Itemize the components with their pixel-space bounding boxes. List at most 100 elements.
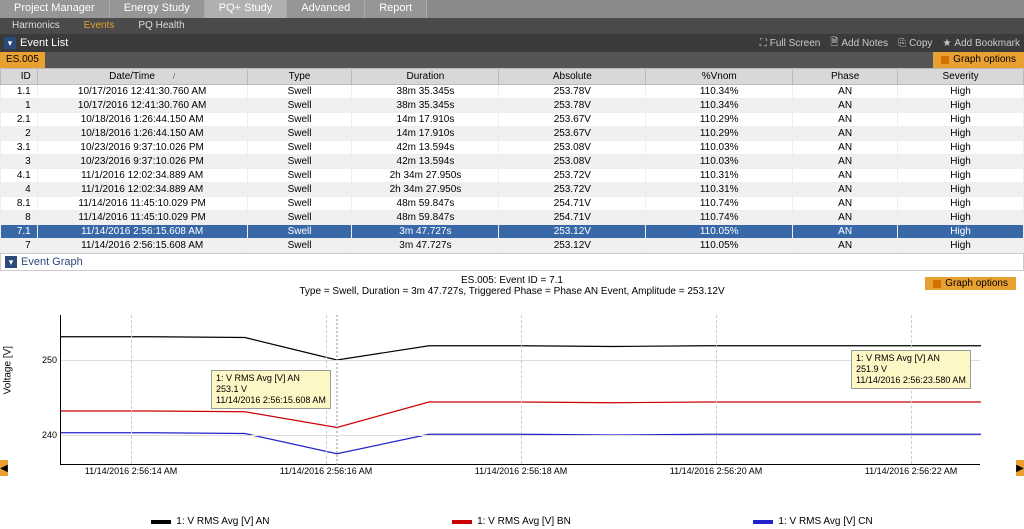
cell: 42m 13.594s — [352, 155, 499, 169]
table-row[interactable]: 711/14/2016 2:56:15.608 AMSwell3m 47.727… — [1, 239, 1024, 253]
table-row[interactable]: 3.110/23/2016 9:37:10.026 PMSwell42m 13.… — [1, 141, 1024, 155]
collapse-event-list-icon[interactable]: ▾ — [4, 37, 16, 49]
cell: 42m 13.594s — [352, 141, 499, 155]
cell: 7.1 — [1, 225, 38, 239]
tooltip-1: 1: V RMS Avg [V] AN 253.1 V 11/14/2016 2… — [211, 370, 331, 409]
table-row[interactable]: 4.111/1/2016 12:02:34.889 AMSwell2h 34m … — [1, 169, 1024, 183]
cell: High — [898, 85, 1024, 99]
cell: AN — [793, 197, 898, 211]
event-list-header: ▾ Event List ⛶Full Screen 🗎Add Notes ⎘Co… — [0, 34, 1024, 52]
table-row[interactable]: 1.110/17/2016 12:41:30.760 AMSwell38m 35… — [1, 85, 1024, 99]
scroll-right-icon[interactable]: ▶ — [1016, 460, 1024, 476]
table-row[interactable]: 310/23/2016 9:37:10.026 PMSwell42m 13.59… — [1, 155, 1024, 169]
cell: AN — [793, 127, 898, 141]
tab-pq-study[interactable]: PQ+ Study — [205, 0, 288, 18]
event-graph-header: ▾ Event Graph — [0, 253, 1024, 271]
chart-area[interactable]: Voltage [V] 1: V RMS Avg [V] AN 253.1 V … — [50, 315, 1004, 510]
cell: 110.05% — [646, 225, 793, 239]
plot[interactable]: 1: V RMS Avg [V] AN 253.1 V 11/14/2016 2… — [60, 315, 980, 465]
table-row[interactable]: 811/14/2016 11:45:10.029 PMSwell48m 59.8… — [1, 211, 1024, 225]
chart-title: ES.005: Event ID = 7.1 — [0, 275, 1024, 286]
cell: 10/17/2016 12:41:30.760 AM — [37, 99, 247, 113]
x-tick: 11/14/2016 2:56:16 AM — [280, 464, 372, 476]
cell: 3m 47.727s — [352, 225, 499, 239]
cell: 2 — [1, 127, 38, 141]
cell: 254.71V — [499, 197, 646, 211]
add-notes-button[interactable]: 🗎Add Notes — [830, 35, 888, 52]
col-datetime[interactable]: Date/Time/ — [37, 69, 247, 85]
cell: High — [898, 155, 1024, 169]
table-row[interactable]: 411/1/2016 12:02:34.889 AMSwell2h 34m 27… — [1, 183, 1024, 197]
cell: 11/14/2016 2:56:15.608 AM — [37, 239, 247, 253]
legend-item-cn[interactable]: 1: V RMS Avg [V] CN — [753, 516, 872, 527]
cell: 10/18/2016 1:26:44.150 AM — [37, 127, 247, 141]
tab-project-manager[interactable]: Project Manager — [0, 0, 110, 18]
tab-report[interactable]: Report — [365, 0, 427, 18]
legend-swatch — [452, 520, 472, 524]
col-id[interactable]: ID — [1, 69, 38, 85]
graph-options-button-2[interactable]: Graph options — [925, 277, 1016, 290]
cell: High — [898, 211, 1024, 225]
subtab-harmonics[interactable]: Harmonics — [0, 18, 72, 34]
tab-advanced[interactable]: Advanced — [287, 0, 365, 18]
y-tick: 240 — [42, 430, 61, 440]
cell: AN — [793, 141, 898, 155]
event-table: ID Date/Time/ Type Duration Absolute %Vn… — [0, 68, 1024, 253]
legend-item-bn[interactable]: 1: V RMS Avg [V] BN — [452, 516, 571, 527]
legend-swatch — [151, 520, 171, 524]
copy-button[interactable]: ⎘Copy — [898, 35, 932, 52]
legend-item-an[interactable]: 1: V RMS Avg [V] AN — [151, 516, 269, 527]
table-row[interactable]: 2.110/18/2016 1:26:44.150 AMSwell14m 17.… — [1, 113, 1024, 127]
col-severity[interactable]: Severity — [898, 69, 1024, 85]
table-row[interactable]: 8.111/14/2016 11:45:10.029 PMSwell48m 59… — [1, 197, 1024, 211]
cell: 253.67V — [499, 113, 646, 127]
gridline-v — [521, 315, 522, 464]
cell: 110.29% — [646, 127, 793, 141]
cell: 10/23/2016 9:37:10.026 PM — [37, 155, 247, 169]
add-bookmark-button[interactable]: ★Add Bookmark — [942, 35, 1020, 52]
cell: 48m 59.847s — [352, 211, 499, 225]
cell: High — [898, 127, 1024, 141]
cell: 110.29% — [646, 113, 793, 127]
col-absolute[interactable]: Absolute — [499, 69, 646, 85]
cell: AN — [793, 99, 898, 113]
cell: Swell — [247, 183, 352, 197]
es-bar: ES.005 Graph options — [0, 52, 1024, 68]
table-row[interactable]: 7.111/14/2016 2:56:15.608 AMSwell3m 47.7… — [1, 225, 1024, 239]
tab-energy-study[interactable]: Energy Study — [110, 0, 205, 18]
cell: 253.78V — [499, 85, 646, 99]
cell: Swell — [247, 85, 352, 99]
cell: 14m 17.910s — [352, 127, 499, 141]
cell: 48m 59.847s — [352, 197, 499, 211]
cell: 10/17/2016 12:41:30.760 AM — [37, 85, 247, 99]
col-vnom[interactable]: %Vnom — [646, 69, 793, 85]
scroll-left-icon[interactable]: ◀ — [0, 460, 8, 476]
cell: 2h 34m 27.950s — [352, 183, 499, 197]
col-phase[interactable]: Phase — [793, 69, 898, 85]
cell: 253.67V — [499, 127, 646, 141]
cell: 11/14/2016 2:56:15.608 AM — [37, 225, 247, 239]
subtab-events[interactable]: Events — [72, 18, 127, 34]
cell: 10/18/2016 1:26:44.150 AM — [37, 113, 247, 127]
col-duration[interactable]: Duration — [352, 69, 499, 85]
cell: High — [898, 113, 1024, 127]
cell: 254.71V — [499, 211, 646, 225]
gridline-v — [131, 315, 132, 464]
table-row[interactable]: 210/18/2016 1:26:44.150 AMSwell14m 17.91… — [1, 127, 1024, 141]
tooltip-2: 1: V RMS Avg [V] AN 251.9 V 11/14/2016 2… — [851, 350, 971, 389]
cell: 253.72V — [499, 183, 646, 197]
cell: 2h 34m 27.950s — [352, 169, 499, 183]
cell: 253.12V — [499, 225, 646, 239]
cell: High — [898, 141, 1024, 155]
cell: 253.08V — [499, 155, 646, 169]
table-header-row: ID Date/Time/ Type Duration Absolute %Vn… — [1, 69, 1024, 85]
cell: 11/1/2016 12:02:34.889 AM — [37, 183, 247, 197]
fullscreen-button[interactable]: ⛶Full Screen — [760, 35, 821, 52]
col-type[interactable]: Type — [247, 69, 352, 85]
graph-options-button[interactable]: Graph options — [933, 52, 1024, 68]
sub-tabs: Harmonics Events PQ Health — [0, 18, 1024, 34]
table-row[interactable]: 110/17/2016 12:41:30.760 AMSwell38m 35.3… — [1, 99, 1024, 113]
cell: 11/1/2016 12:02:34.889 AM — [37, 169, 247, 183]
collapse-event-graph-icon[interactable]: ▾ — [5, 256, 17, 268]
subtab-pq-health[interactable]: PQ Health — [126, 18, 196, 34]
